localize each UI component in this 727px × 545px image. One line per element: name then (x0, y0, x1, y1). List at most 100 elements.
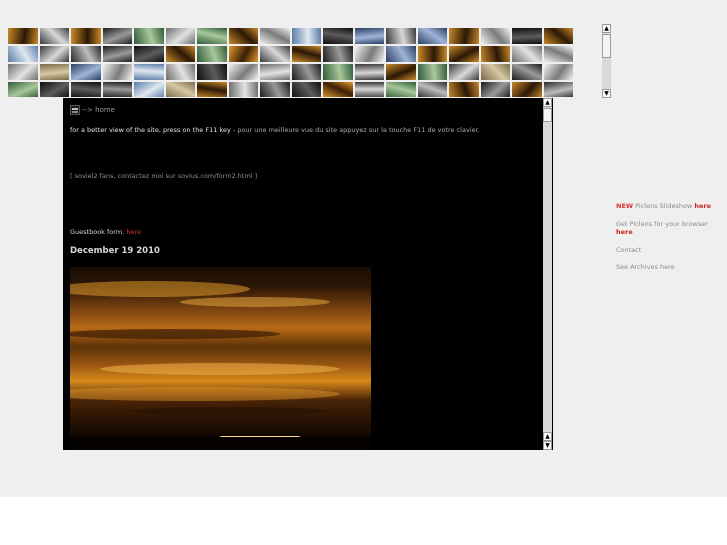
main-scroll-thumb[interactable] (543, 108, 552, 122)
thumbnail-image[interactable] (39, 28, 69, 44)
thumbnail-image[interactable] (260, 82, 290, 97)
guestbook-row: Guestbook form. here (70, 228, 141, 236)
thumbnail-image[interactable] (228, 28, 258, 44)
photo-cloud (70, 329, 280, 339)
photo-cloud (180, 297, 330, 307)
thumbnail-image[interactable] (134, 46, 164, 62)
thumbnail-image[interactable] (71, 64, 101, 80)
main-scroll-up-button[interactable]: ▲ (543, 98, 552, 107)
thumbnail-image[interactable] (228, 64, 258, 80)
thumbnail-image[interactable] (386, 28, 416, 44)
thumbnail-image[interactable] (323, 28, 353, 44)
thumbnail-image[interactable] (8, 46, 38, 62)
thumbnail-image[interactable] (8, 82, 38, 97)
sidebar-item-archives[interactable]: See Archives here (616, 263, 721, 272)
thumbnail-image[interactable] (8, 64, 38, 80)
thumbnail-image[interactable] (449, 28, 479, 44)
thumbnail-image[interactable] (543, 28, 573, 44)
thumbnail-image[interactable] (386, 64, 416, 80)
thumbnail-image[interactable] (543, 64, 573, 80)
thumbnail-image[interactable] (386, 46, 416, 62)
thumbnail-image[interactable] (512, 46, 542, 62)
thumbnail-image[interactable] (291, 64, 321, 80)
thumbnail-image[interactable] (197, 46, 227, 62)
thumbnail-image[interactable] (102, 82, 132, 97)
thumbnail-image[interactable] (197, 64, 227, 80)
guestbook-link[interactable]: here (126, 228, 141, 236)
thumbnail-image[interactable] (449, 82, 479, 97)
thumbnail-image[interactable] (134, 64, 164, 80)
thumbnail-image[interactable] (39, 82, 69, 97)
thumbnail-image[interactable] (134, 28, 164, 44)
thumbnail-image[interactable] (134, 82, 164, 97)
main-scrollbar[interactable]: ▲ ▲ ▼ (543, 98, 552, 450)
thumbnail-image[interactable] (291, 46, 321, 62)
thumbnail-image[interactable] (480, 28, 510, 44)
thumbnail-image[interactable] (165, 64, 195, 80)
thumbnail-image[interactable] (71, 82, 101, 97)
thumbnail-image[interactable] (417, 28, 447, 44)
thumbnail-image[interactable] (354, 28, 384, 44)
sidebar: NEW Piclens Slideshow here Get Piclens f… (616, 202, 721, 281)
thumbnail-image[interactable] (417, 82, 447, 97)
thumbnail-image[interactable] (386, 82, 416, 97)
thumbnail-image[interactable] (228, 46, 258, 62)
slideshow-link[interactable]: here (694, 202, 711, 210)
thumbnail-image[interactable] (512, 28, 542, 44)
sunset-photo[interactable] (70, 267, 371, 450)
thumbnail-gallery (8, 28, 581, 97)
thumbnail-image[interactable] (480, 64, 510, 80)
thumbnail-scroll-thumb[interactable] (602, 34, 611, 58)
thumbnail-image[interactable] (260, 28, 290, 44)
thumbnail-image[interactable] (480, 82, 510, 97)
main-scroll-down-button[interactable]: ▼ (543, 441, 552, 450)
home-icon[interactable] (70, 105, 80, 115)
thumbnail-image[interactable] (165, 46, 195, 62)
thumbnail-image[interactable] (102, 28, 132, 44)
thumbnail-image[interactable] (512, 82, 542, 97)
f11-notice-french: pour une meilleure vue du site appuyez s… (237, 126, 480, 134)
photo-horizon (70, 437, 371, 450)
thumbnail-image[interactable] (323, 64, 353, 80)
thumbnail-image[interactable] (354, 64, 384, 80)
thumbnail-image[interactable] (512, 64, 542, 80)
thumbnail-image[interactable] (260, 64, 290, 80)
thumbnail-image[interactable] (323, 82, 353, 97)
thumbnail-image[interactable] (102, 46, 132, 62)
thumbnail-image[interactable] (197, 28, 227, 44)
thumbnail-image[interactable] (71, 28, 101, 44)
thumbnail-image[interactable] (449, 46, 479, 62)
thumbnail-image[interactable] (228, 82, 258, 97)
thumbnail-scrollbar[interactable]: ▲ ▼ (602, 24, 611, 98)
thumbnail-image[interactable] (165, 82, 195, 97)
down-arrow-icon: ▼ (545, 442, 550, 449)
home-link[interactable]: --> home (82, 106, 115, 114)
thumbnail-scroll-down-button[interactable]: ▼ (602, 89, 611, 98)
thumbnail-image[interactable] (417, 46, 447, 62)
thumbnail-image[interactable] (291, 82, 321, 97)
thumbnail-image[interactable] (8, 28, 38, 44)
sidebar-item-contact[interactable]: Contact (616, 246, 721, 255)
get-piclens-link[interactable]: here (616, 228, 633, 236)
guestbook-label: Guestbook form. (70, 228, 125, 236)
thumbnail-image[interactable] (323, 46, 353, 62)
thumbnail-image[interactable] (260, 46, 290, 62)
thumbnail-image[interactable] (354, 46, 384, 62)
thumbnail-image[interactable] (291, 28, 321, 44)
up-arrow-icon: ▲ (604, 25, 609, 32)
thumbnail-image[interactable] (39, 46, 69, 62)
thumbnail-image[interactable] (165, 28, 195, 44)
thumbnail-image[interactable] (449, 64, 479, 80)
main-scroll-up-button-lower[interactable]: ▲ (543, 432, 552, 441)
thumbnail-image[interactable] (354, 82, 384, 97)
thumbnail-image[interactable] (543, 82, 573, 97)
thumbnail-image[interactable] (197, 82, 227, 97)
thumbnail-scroll-up-button[interactable]: ▲ (602, 24, 611, 33)
home-link-row[interactable]: --> home (70, 105, 115, 115)
thumbnail-image[interactable] (39, 64, 69, 80)
thumbnail-image[interactable] (102, 64, 132, 80)
thumbnail-image[interactable] (71, 46, 101, 62)
thumbnail-image[interactable] (417, 64, 447, 80)
thumbnail-image[interactable] (480, 46, 510, 62)
thumbnail-image[interactable] (543, 46, 573, 62)
